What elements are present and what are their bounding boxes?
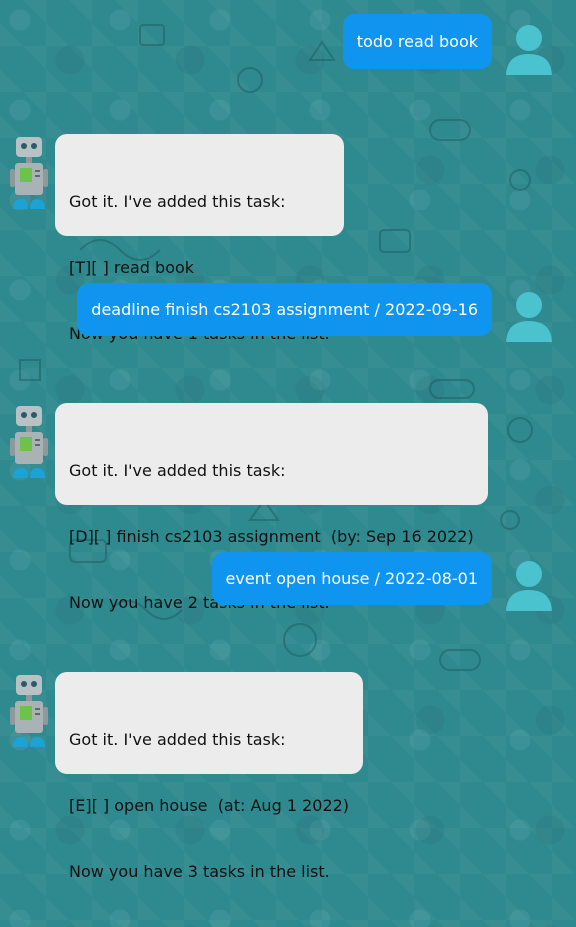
- bot-message-bubble: Got it. I've added this task: [E][ ] ope…: [55, 672, 364, 881]
- user-message-bubble: deadline finish cs2103 assignment / 2022…: [77, 283, 492, 336]
- user-message-text: todo read book: [356, 31, 478, 51]
- user-avatar-icon: [506, 25, 552, 75]
- bot-message-line: Got it. I've added this task:: [69, 730, 286, 749]
- bot-message-row: Got it. I've added this task: [D][ ] fin…: [0, 403, 576, 612]
- user-message-text: deadline finish cs2103 assignment / 2022…: [91, 299, 478, 319]
- bot-message-line: [D][ ] finish cs2103 assignment (by: Sep…: [69, 527, 474, 546]
- user-message-row: deadline finish cs2103 assignment / 2022…: [0, 283, 576, 343]
- user-message-bubble: todo read book: [342, 14, 492, 69]
- user-message-row: event open house / 2022-08-01: [0, 552, 576, 612]
- robot-avatar-icon: [10, 675, 48, 747]
- bot-message-line: [E][ ] open house (at: Aug 1 2022): [69, 796, 350, 815]
- robot-avatar-icon: [10, 406, 48, 478]
- bot-message-bubble: Got it. I've added this task: [D][ ] fin…: [55, 403, 488, 612]
- robot-avatar-icon: [10, 137, 48, 209]
- user-message-row: todo read book: [0, 14, 576, 75]
- bot-message-line: Got it. I've added this task:: [69, 192, 286, 211]
- bot-message-line: [T][ ] read book: [69, 258, 195, 277]
- dialog-container: todo read book Got it. I've added this t…: [0, 0, 576, 881]
- user-message-bubble: event open house / 2022-08-01: [211, 552, 492, 605]
- user-avatar-icon: [506, 292, 552, 342]
- bot-message-row: Got it. I've added this task: [T][ ] rea…: [0, 134, 576, 343]
- bot-message-line: Now you have 3 tasks in the list.: [69, 862, 330, 881]
- user-message-text: event open house / 2022-08-01: [225, 568, 478, 588]
- bot-message-row: Got it. I've added this task: [E][ ] ope…: [0, 672, 576, 881]
- user-avatar-icon: [506, 561, 552, 611]
- bot-message-line: Got it. I've added this task:: [69, 461, 286, 480]
- bot-message-bubble: Got it. I've added this task: [T][ ] rea…: [55, 134, 344, 343]
